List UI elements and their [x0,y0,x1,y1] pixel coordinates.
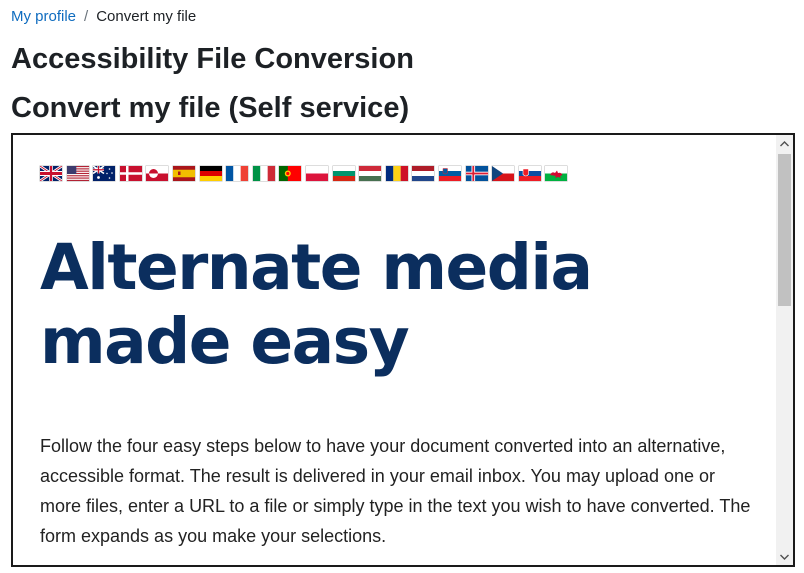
flag-slovenia-icon[interactable] [438,166,461,181]
page-title: Accessibility File Conversion [11,43,414,75]
flag-poland-icon[interactable] [305,166,328,181]
scroll-down-arrow-icon[interactable] [776,548,793,565]
flag-us-icon[interactable] [66,166,89,181]
flag-romania-icon[interactable] [385,166,408,181]
flag-czech-icon[interactable] [492,166,515,181]
flag-france-icon[interactable] [226,166,249,181]
hero-heading: Alternate media made easy [40,231,593,378]
breadcrumb: My profile / Convert my file [11,7,196,27]
flag-denmark-icon[interactable] [119,166,142,181]
flag-netherlands-icon[interactable] [412,166,435,181]
vertical-scrollbar[interactable] [776,135,793,565]
intro-text: Follow the four easy steps below to have… [40,436,751,546]
flag-bulgaria-icon[interactable] [332,166,355,181]
flag-wales-icon[interactable] [545,166,568,181]
flag-hungary-icon[interactable] [359,166,382,181]
breadcrumb-my-profile-link[interactable]: My profile [11,8,76,25]
flag-australia-icon[interactable] [93,166,116,181]
flag-germany-icon[interactable] [199,166,222,181]
flag-italy-icon[interactable] [252,166,275,181]
converter-content: Alternate media made easy Follow the fou… [13,135,775,565]
converter-iframe[interactable]: Alternate media made easy Follow the fou… [11,133,795,567]
flag-iceland-icon[interactable] [465,166,488,181]
flag-spain-icon[interactable] [172,166,195,181]
flag-portugal-icon[interactable] [279,166,302,181]
flag-greenland-icon[interactable] [146,166,169,181]
language-selector [40,166,568,181]
flag-uk-icon[interactable] [40,166,62,181]
breadcrumb-separator: / [84,8,89,25]
page-subtitle: Convert my file (Self service) [11,92,410,124]
scrollbar-thumb[interactable] [778,154,791,306]
scroll-up-arrow-icon[interactable] [776,135,793,152]
flag-slovakia-icon[interactable] [518,166,541,181]
breadcrumb-current: Convert my file [96,8,197,25]
